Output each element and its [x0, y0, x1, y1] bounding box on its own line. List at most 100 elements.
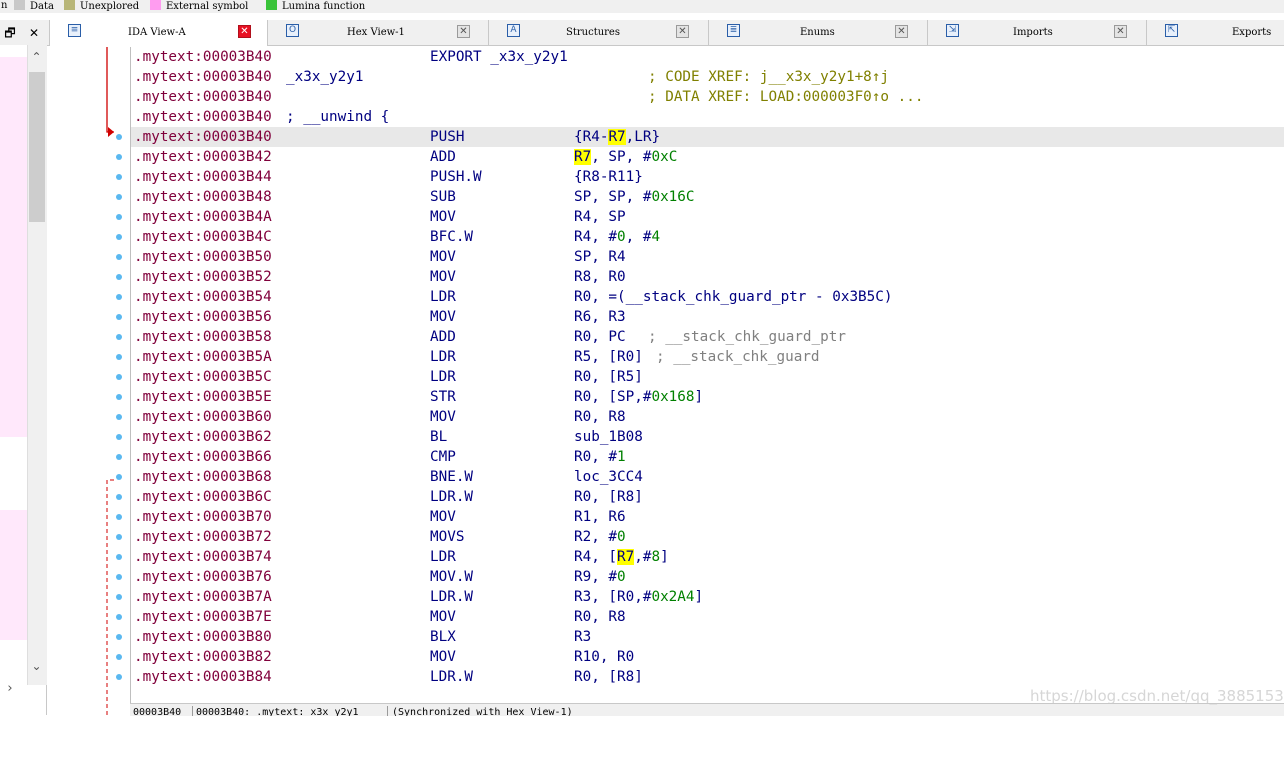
instruction-dot[interactable] — [116, 354, 122, 360]
operands[interactable]: R0, [R8] — [574, 487, 643, 507]
operands[interactable]: R0, R8 — [574, 407, 626, 427]
code-line[interactable]: .mytext:00003B50 MOV SP, R4 — [131, 247, 1284, 267]
instruction-dot[interactable] — [116, 394, 122, 400]
instruction-dot[interactable] — [116, 154, 122, 160]
code-line[interactable]: .mytext:00003B6C LDR.W R0, [R8] — [131, 487, 1284, 507]
code-line[interactable]: .mytext:00003B72 MOVS R2, #0 — [131, 527, 1284, 547]
operands[interactable]: R0, [SP,#0x168] — [574, 387, 703, 407]
operands[interactable]: R4, [R7,#8] — [574, 547, 669, 567]
code-line[interactable]: .mytext:00003B58 ADD R0, PC ; __stack_ch… — [131, 327, 1284, 347]
scrollbar-thumb[interactable] — [29, 72, 45, 222]
code-line[interactable]: .mytext:00003B48 SUB SP, SP, #0x16C — [131, 187, 1284, 207]
instruction-dot[interactable] — [116, 274, 122, 280]
close-icon[interactable]: ✕ — [238, 25, 251, 38]
code-line[interactable]: .mytext:00003B40 _x3x_y2y1 ; CODE XREF: … — [131, 67, 1284, 87]
register-highlight[interactable]: R7 — [617, 549, 635, 565]
instruction-dot[interactable] — [116, 214, 122, 220]
instruction-dot[interactable] — [116, 414, 122, 420]
code-line[interactable]: .mytext:00003B40 EXPORT _x3x_y2y1 — [131, 47, 1284, 67]
code-line[interactable]: .mytext:00003B54 LDR R0, =(__stack_chk_g… — [131, 287, 1284, 307]
operands[interactable]: R0, =(__stack_chk_guard_ptr - 0x3B5C) — [574, 287, 892, 307]
close-icon[interactable]: ✕ — [895, 25, 908, 38]
code-line[interactable]: .mytext:00003B80 BLX R3 — [131, 627, 1284, 647]
instruction-dot[interactable] — [116, 674, 122, 680]
tab-ida-view-a[interactable]: ≡ IDA View-A ✕ — [50, 20, 268, 46]
operands[interactable]: R9, #0 — [574, 567, 626, 587]
register-highlight[interactable]: R7 — [574, 149, 592, 165]
operands[interactable]: {R8-R11} — [574, 167, 643, 187]
code-line[interactable]: .mytext:00003B4C BFC.W R4, #0, #4 — [131, 227, 1284, 247]
instruction-dot[interactable] — [116, 634, 122, 640]
instruction-dot[interactable] — [116, 454, 122, 460]
operands[interactable]: R6, R3 — [574, 307, 626, 327]
scroll-right-icon[interactable]: › — [0, 680, 20, 698]
instruction-dot[interactable] — [116, 554, 122, 560]
operands[interactable]: R0, [R5] — [574, 367, 643, 387]
left-panel-close-icon[interactable]: ✕ — [24, 22, 44, 44]
code-line[interactable]: .mytext:00003B7A LDR.W R3, [R0,#0x2A4] — [131, 587, 1284, 607]
code-line[interactable]: .mytext:00003B74 LDR R4, [R7,#8] — [131, 547, 1284, 567]
code-line[interactable]: .mytext:00003B56 MOV R6, R3 — [131, 307, 1284, 327]
code-line[interactable]: .mytext:00003B76 MOV.W R9, #0 — [131, 567, 1284, 587]
instruction-dot[interactable] — [116, 534, 122, 540]
close-icon[interactable]: ✕ — [676, 25, 689, 38]
tab-exports[interactable]: ⇱ Exports — [1147, 20, 1284, 45]
instruction-dot[interactable] — [116, 594, 122, 600]
instruction-dot[interactable] — [116, 614, 122, 620]
code-line[interactable]: .mytext:00003B60 MOV R0, R8 — [131, 407, 1284, 427]
operands[interactable]: R5, [R0] — [574, 347, 643, 367]
close-icon[interactable]: ✕ — [457, 25, 470, 38]
instruction-dot[interactable] — [116, 654, 122, 660]
operands[interactable]: R3 — [574, 627, 591, 647]
scroll-down-icon[interactable]: ⌄ — [27, 657, 46, 675]
code-line[interactable]: .mytext:00003B42 ADD R7, SP, #0xC — [131, 147, 1284, 167]
operands[interactable]: R4, #0, #4 — [574, 227, 660, 247]
operands[interactable]: R0, R8 — [574, 607, 626, 627]
branch-target[interactable]: loc_3CC4 — [574, 467, 643, 487]
code-line[interactable]: .mytext:00003B70 MOV R1, R6 — [131, 507, 1284, 527]
operands[interactable]: R3, [R0,#0x2A4] — [574, 587, 703, 607]
code-xref-comment[interactable]: ; CODE XREF: j__x3x_y2y1+8↑j — [648, 67, 889, 87]
operands[interactable]: R10, R0 — [574, 647, 634, 667]
tab-structures[interactable]: A Structures ✕ — [489, 20, 709, 45]
code-line[interactable]: .mytext:00003B44 PUSH.W {R8-R11} — [131, 167, 1284, 187]
close-icon[interactable]: ✕ — [1114, 25, 1127, 38]
code-line[interactable]: .mytext:00003B82 MOV R10, R0 — [131, 647, 1284, 667]
code-line[interactable]: .mytext:00003B62 BL sub_1B08 — [131, 427, 1284, 447]
instruction-dot[interactable] — [116, 174, 122, 180]
code-line[interactable]: .mytext:00003B5E STR R0, [SP,#0x168] — [131, 387, 1284, 407]
code-line[interactable]: .mytext:00003B40 ; __unwind { — [131, 107, 1284, 127]
code-line[interactable]: .mytext:00003B5C LDR R0, [R5] — [131, 367, 1284, 387]
code-line-current[interactable]: .mytext:00003B40 PUSH {R4-R7,LR} — [131, 127, 1284, 147]
disassembly-view[interactable]: .mytext:00003B40 EXPORT _x3x_y2y1 .mytex… — [130, 47, 1284, 703]
code-line[interactable]: .mytext:00003B7E MOV R0, R8 — [131, 607, 1284, 627]
instruction-dot[interactable] — [116, 574, 122, 580]
operands[interactable]: R0, #1 — [574, 447, 626, 467]
operands[interactable]: R0, PC — [574, 327, 626, 347]
operands[interactable]: R1, R6 — [574, 507, 626, 527]
instruction-dot[interactable] — [116, 234, 122, 240]
tab-enums[interactable]: ≣ Enums ✕ — [709, 20, 928, 45]
operands[interactable]: R8, R0 — [574, 267, 626, 287]
operands[interactable]: {R4-R7,LR} — [574, 127, 660, 147]
instruction-dot[interactable] — [116, 334, 122, 340]
call-target[interactable]: sub_1B08 — [574, 427, 643, 447]
code-line[interactable]: .mytext:00003B66 CMP R0, #1 — [131, 447, 1284, 467]
instruction-dot[interactable] — [116, 434, 122, 440]
instruction-dot[interactable] — [116, 134, 122, 140]
operands[interactable]: R7, SP, #0xC — [574, 147, 677, 167]
code-line[interactable]: .mytext:00003B40 ; DATA XREF: LOAD:00000… — [131, 87, 1284, 107]
scroll-up-icon[interactable]: ⌃ — [27, 48, 46, 66]
restore-icon[interactable]: 🗗 — [0, 22, 20, 44]
tab-hex-view-1[interactable]: O Hex View-1 ✕ — [268, 20, 489, 45]
operands[interactable]: R4, SP — [574, 207, 626, 227]
code-line[interactable]: .mytext:00003B52 MOV R8, R0 — [131, 267, 1284, 287]
instruction-dot[interactable] — [116, 374, 122, 380]
instruction-dot[interactable] — [116, 474, 122, 480]
instruction-dot[interactable] — [116, 314, 122, 320]
instruction-dot[interactable] — [116, 254, 122, 260]
code-line[interactable]: .mytext:00003B84 LDR.W R0, [R8] — [131, 667, 1284, 687]
operands[interactable]: SP, R4 — [574, 247, 626, 267]
data-xref-comment[interactable]: ; DATA XREF: LOAD:000003F0↑o ... — [648, 87, 923, 107]
instruction-dot[interactable] — [116, 294, 122, 300]
